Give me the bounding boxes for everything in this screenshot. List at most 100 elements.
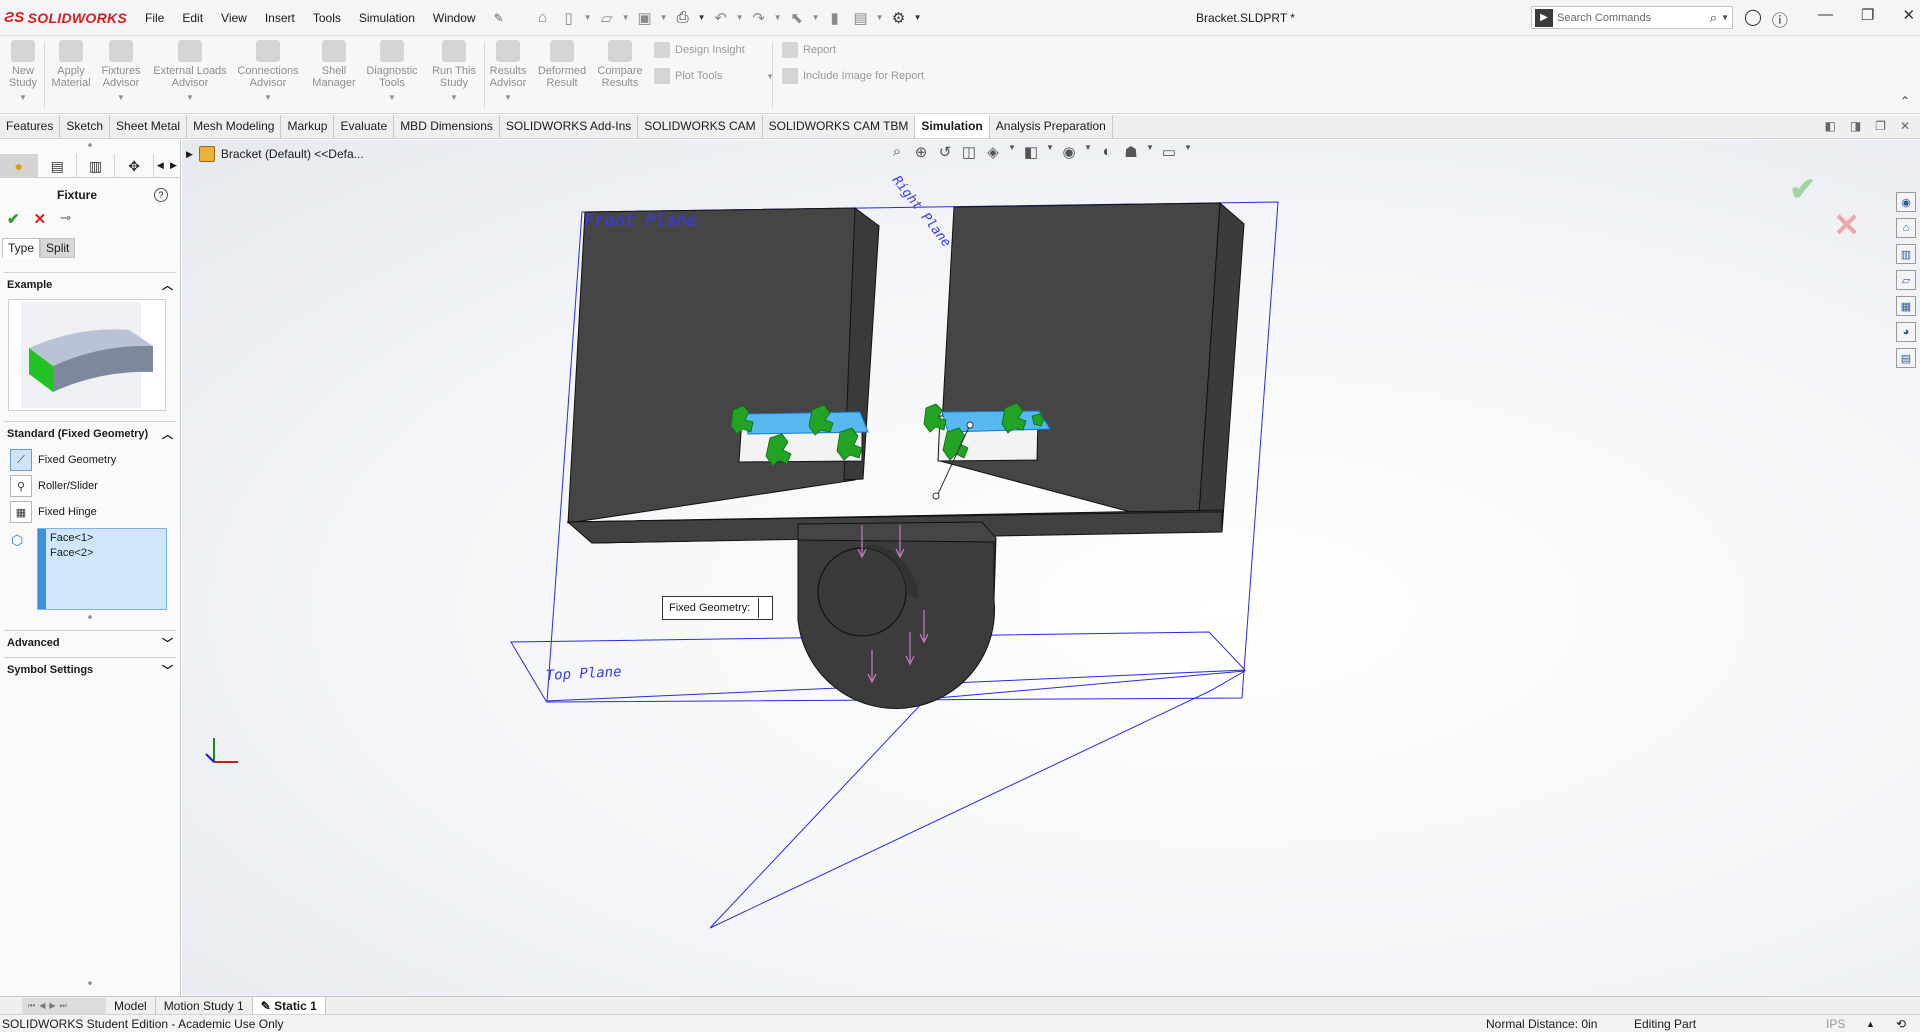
menu-edit[interactable]: Edit [173,11,212,25]
menu-window[interactable]: Window [424,11,485,25]
ok-checkmark-icon[interactable]: ✔ [7,210,20,228]
chevron-down-icon[interactable]: ﹀ [162,635,173,651]
tab-mesh-modeling[interactable]: Mesh Modeling [187,115,282,138]
next-tab-icon[interactable]: ▶ [49,1001,55,1010]
rebuild-icon[interactable]: ▮ [823,9,847,27]
doc-close-icon[interactable]: ✕ [1900,119,1910,133]
advanced-header[interactable]: Advanced ﹀ [4,631,176,655]
file-properties-dropdown-icon[interactable]: ▼ [875,13,885,22]
view-palette-icon[interactable]: ▱ [1896,270,1916,290]
run-this-study-button[interactable]: Run This Study ▼ [426,40,482,104]
tabs-scroll-right-icon[interactable]: ▶ [167,154,180,177]
prev-tab-icon[interactable]: ◀ [39,1001,45,1010]
collapse-ribbon-icon[interactable]: ⌃ [1900,94,1910,108]
results-advisor-button[interactable]: Results Advisor ▼ [488,40,528,104]
report-button[interactable]: Report [782,42,836,58]
open-dropdown-icon[interactable]: ▼ [621,13,631,22]
list-item[interactable]: Face<2> [50,546,93,561]
pushpin-icon[interactable]: ⊸ [60,210,71,228]
diagnostic-tools-button[interactable]: Diagnostic Tools ▼ [366,40,418,104]
solidworks-resources-icon[interactable]: ◉ [1896,192,1916,212]
design-library-icon[interactable]: ⌂ [1896,218,1916,238]
rebuild-status-icon[interactable]: ⟲ [1896,1017,1906,1031]
print-icon[interactable]: ⎙ [671,9,695,26]
tab-type[interactable]: Type [2,238,41,258]
diagnostic-dropdown-icon[interactable]: ▼ [366,92,418,104]
tab-split[interactable]: Split [40,238,76,258]
chevron-up-icon[interactable]: ︿ [162,426,173,442]
unit-system-text[interactable]: IPS [1826,1017,1845,1031]
tab-solidworks-add-ins[interactable]: SOLIDWORKS Add-Ins [500,115,639,138]
pin-menu-icon[interactable]: ✎ [485,11,513,25]
help-question-icon[interactable]: ? [154,188,168,202]
tabs-scroll-left-icon[interactable]: ◀ [154,154,167,177]
graphics-area[interactable]: ▶ Bracket (Default) <<Defa... ⌕ ⊕ ↺ ◫ ◈ ▼… [182,140,1920,996]
tile-left-icon[interactable]: ◧ [1824,119,1835,133]
run-study-dropdown-icon[interactable]: ▼ [426,92,482,104]
connections-advisor-button[interactable]: Connections Advisor ▼ [232,40,304,104]
undo-icon[interactable]: ↶ [709,9,733,27]
tab-sketch[interactable]: Sketch [60,115,111,138]
tab-simulation[interactable]: Simulation [915,115,990,138]
confirm-ok-icon[interactable]: ✔ [1789,171,1816,207]
panel-bottom-grip[interactable]: ⦁ [0,978,180,990]
menu-file[interactable]: File [136,11,173,25]
new-study-button[interactable]: New Study ▼ [6,40,40,104]
confirm-cancel-icon[interactable]: ✕ [1833,206,1860,244]
redo-dropdown-icon[interactable]: ▼ [773,13,783,22]
apply-material-button[interactable]: Apply Material [48,40,94,89]
options-gear-icon[interactable]: ⚙ [887,9,911,27]
external-loads-advisor-button[interactable]: External Loads Advisor ▼ [150,40,230,104]
deformed-result-button[interactable]: Deformed Result [534,40,590,89]
search-icon[interactable]: ⌕ [1710,10,1717,26]
include-image-button[interactable]: Include Image for Report [782,68,924,84]
redo-icon[interactable]: ↷ [747,9,771,27]
new-document-icon[interactable]: ▯ [557,9,581,27]
last-tab-icon[interactable]: ⏭ [60,1001,67,1011]
results-advisor-dropdown-icon[interactable]: ▼ [488,92,528,104]
connections-dropdown-icon[interactable]: ▼ [232,92,304,104]
help-icon[interactable]: ⓘ [1772,7,1788,31]
selection-resize-grip[interactable]: ⦁ [4,612,176,622]
example-header[interactable]: Example ︿ [4,273,176,297]
new-dropdown-icon[interactable]: ▼ [583,13,593,22]
search-commands-box[interactable]: ▶ Search Commands ⌕ ▼ [1531,6,1733,29]
color-wheel-icon[interactable]: ◕ [1896,322,1916,342]
tab-motion-study-1[interactable]: Motion Study 1 [156,996,253,1015]
minimize-icon[interactable]: — [1818,6,1833,24]
save-icon[interactable]: ▣ [633,9,657,27]
chevron-down-icon[interactable]: ﹀ [162,662,173,678]
shell-manager-button[interactable]: Shell Manager [308,40,360,89]
print-dropdown-icon[interactable]: ▼ [697,13,707,22]
tab-markup[interactable]: Markup [281,115,335,138]
fixed-geometry-option[interactable]: ⟋ Fixed Geometry [4,448,176,472]
new-study-dropdown-icon[interactable]: ▼ [6,92,40,104]
home-icon[interactable]: ⌂ [531,9,555,26]
panel-grip[interactable]: ⦁ [0,140,180,152]
fixtures-advisor-dropdown-icon[interactable]: ▼ [98,92,144,104]
tab-features[interactable]: Features [0,115,61,138]
menu-tools[interactable]: Tools [304,11,350,25]
file-explorer-icon[interactable]: ▥ [1896,244,1916,264]
restore-icon[interactable]: ❐ [1861,6,1874,24]
tab-solidworks-cam[interactable]: SOLIDWORKS CAM [638,115,763,138]
solidworks-logo[interactable]: ƧS SOLIDWORKS [4,9,136,26]
tab-sheet-metal[interactable]: Sheet Metal [110,115,188,138]
standard-header[interactable]: Standard (Fixed Geometry) ︿ [4,422,176,446]
open-icon[interactable]: ▱ [595,9,619,27]
undo-dropdown-icon[interactable]: ▼ [735,13,745,22]
tab-model[interactable]: Model [106,996,156,1015]
tile-right-icon[interactable]: ◨ [1850,119,1861,133]
cancel-x-icon[interactable]: ✕ [34,210,47,228]
list-item[interactable]: Face<1> [50,531,93,546]
feature-manager-tab-icon[interactable]: ▤ [38,154,77,178]
roller-slider-option[interactable]: ⚲ Roller/Slider [4,474,176,498]
file-properties-icon[interactable]: ▤ [849,9,873,27]
options-dropdown-icon[interactable]: ▼ [913,13,923,22]
faces-selection-list[interactable]: Face<1> Face<2> [37,528,167,610]
tab-static-1[interactable]: ✎ Static 1 [252,996,326,1015]
property-manager-tab-icon[interactable]: ▥ [77,154,116,178]
menu-view[interactable]: View [212,11,256,25]
user-account-icon[interactable]: ◯ [1744,7,1762,31]
fixtures-advisor-button[interactable]: Fixtures Advisor ▼ [98,40,144,104]
